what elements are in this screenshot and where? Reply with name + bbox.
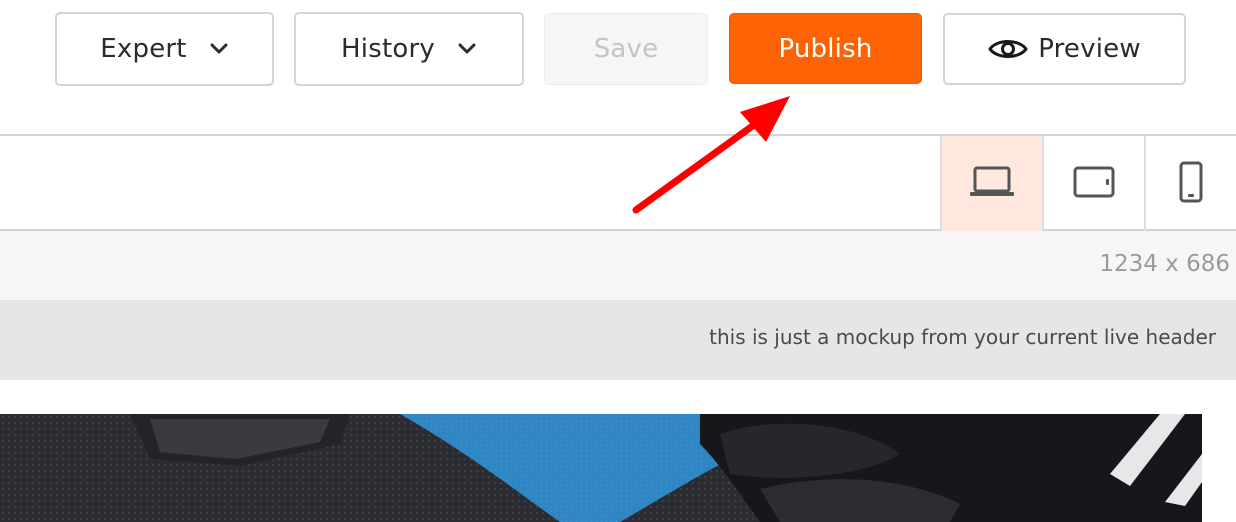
device-mobile-button[interactable] [1144, 136, 1236, 231]
device-desktop-button[interactable] [940, 136, 1042, 231]
history-label: History [341, 34, 435, 64]
publish-button[interactable]: Publish [729, 13, 922, 84]
expert-mode-dropdown[interactable]: Expert [55, 12, 274, 86]
preview-button[interactable]: Preview [943, 13, 1186, 85]
history-dropdown[interactable]: History [294, 12, 524, 86]
device-switcher-bar [0, 134, 1236, 231]
viewport-info-bar: 1234 x 686 [0, 231, 1236, 300]
save-button[interactable]: Save [544, 13, 708, 85]
mockup-notice-text: this is just a mockup from your current … [709, 325, 1216, 349]
mockup-notice-bar: this is just a mockup from your current … [0, 300, 1236, 380]
expert-label: Expert [100, 34, 187, 64]
publish-label: Publish [778, 33, 873, 64]
chevron-down-icon [457, 42, 477, 56]
preview-label: Preview [1038, 34, 1141, 64]
tablet-icon [1073, 165, 1115, 203]
preview-hero-image [0, 414, 1202, 522]
save-label: Save [593, 34, 659, 64]
eye-icon [988, 36, 1028, 62]
chevron-down-icon [209, 42, 229, 56]
editor-toolbar: Expert History Save Publish Preview [0, 0, 1236, 134]
mobile-icon [1178, 161, 1204, 207]
laptop-icon [968, 165, 1016, 203]
device-tablet-button[interactable] [1042, 136, 1144, 231]
viewport-dimensions: 1234 x 686 [1099, 251, 1230, 277]
